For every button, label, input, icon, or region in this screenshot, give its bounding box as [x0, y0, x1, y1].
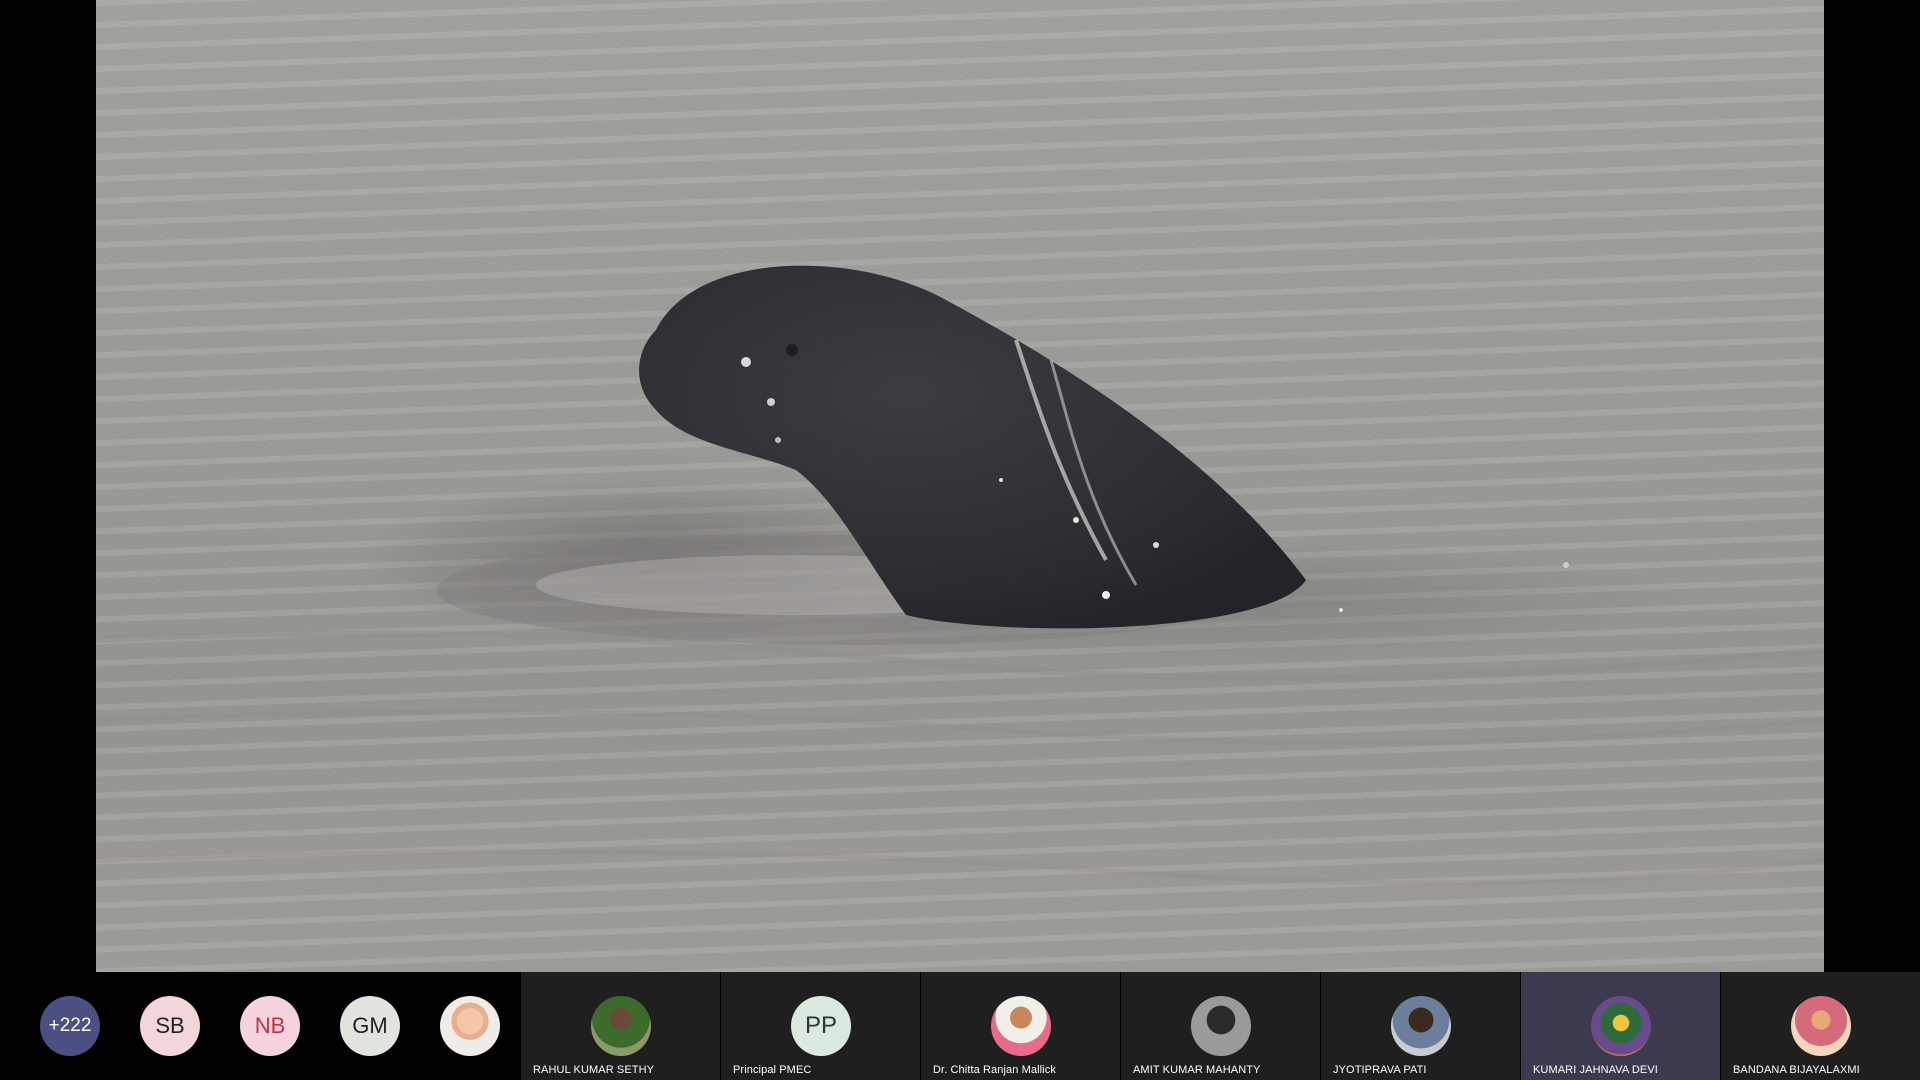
avatar[interactable]: SB — [140, 996, 200, 1056]
participant-tile-active-speaker[interactable]: KUMARI JAHNAVA DEVI — [1521, 972, 1720, 1080]
avatar — [1391, 996, 1451, 1056]
participant-filmstrip: +222 SB NB GM RAHUL KUMAR SETHY PP Princ… — [0, 972, 1920, 1080]
participant-tile[interactable]: PP Principal PMEC — [721, 972, 920, 1080]
avatar — [1791, 996, 1851, 1056]
participant-name: JYOTIPRAVA PATI — [1333, 1064, 1427, 1076]
overflow-participants[interactable]: +222 SB NB GM — [0, 972, 520, 1080]
participant-tile[interactable]: RAHUL KUMAR SETHY — [521, 972, 720, 1080]
avatar[interactable]: NB — [240, 996, 300, 1056]
participant-name: BANDANA BIJAYALAXMI — [1733, 1064, 1860, 1076]
participant-name: Dr. Chitta Ranjan Mallick — [933, 1064, 1056, 1076]
dolphin-photo — [96, 265, 1824, 886]
participant-tile[interactable]: JYOTIPRAVA PATI — [1321, 972, 1520, 1080]
avatar — [991, 996, 1051, 1056]
participant-tile[interactable]: AMIT KUMAR MAHANTY — [1121, 972, 1320, 1080]
avatar — [1191, 996, 1251, 1056]
participant-tile[interactable]: Dr. Chitta Ranjan Mallick — [921, 972, 1120, 1080]
participant-name: KUMARI JAHNAVA DEVI — [1533, 1064, 1658, 1076]
shared-screen-content — [96, 0, 1824, 972]
participant-tile[interactable]: BANDANA BIJAYALAXMI — [1721, 972, 1920, 1080]
participant-name: AMIT KUMAR MAHANTY — [1133, 1064, 1261, 1076]
participant-name: RAHUL KUMAR SETHY — [533, 1064, 655, 1076]
avatar: PP — [791, 996, 851, 1056]
more-participants-button[interactable]: +222 — [40, 996, 100, 1056]
avatar[interactable]: GM — [340, 996, 400, 1056]
avatar — [1591, 996, 1651, 1056]
meeting-stage — [0, 0, 1920, 972]
avatar[interactable] — [440, 996, 500, 1056]
participant-name: Principal PMEC — [733, 1064, 812, 1076]
avatar — [591, 996, 651, 1056]
